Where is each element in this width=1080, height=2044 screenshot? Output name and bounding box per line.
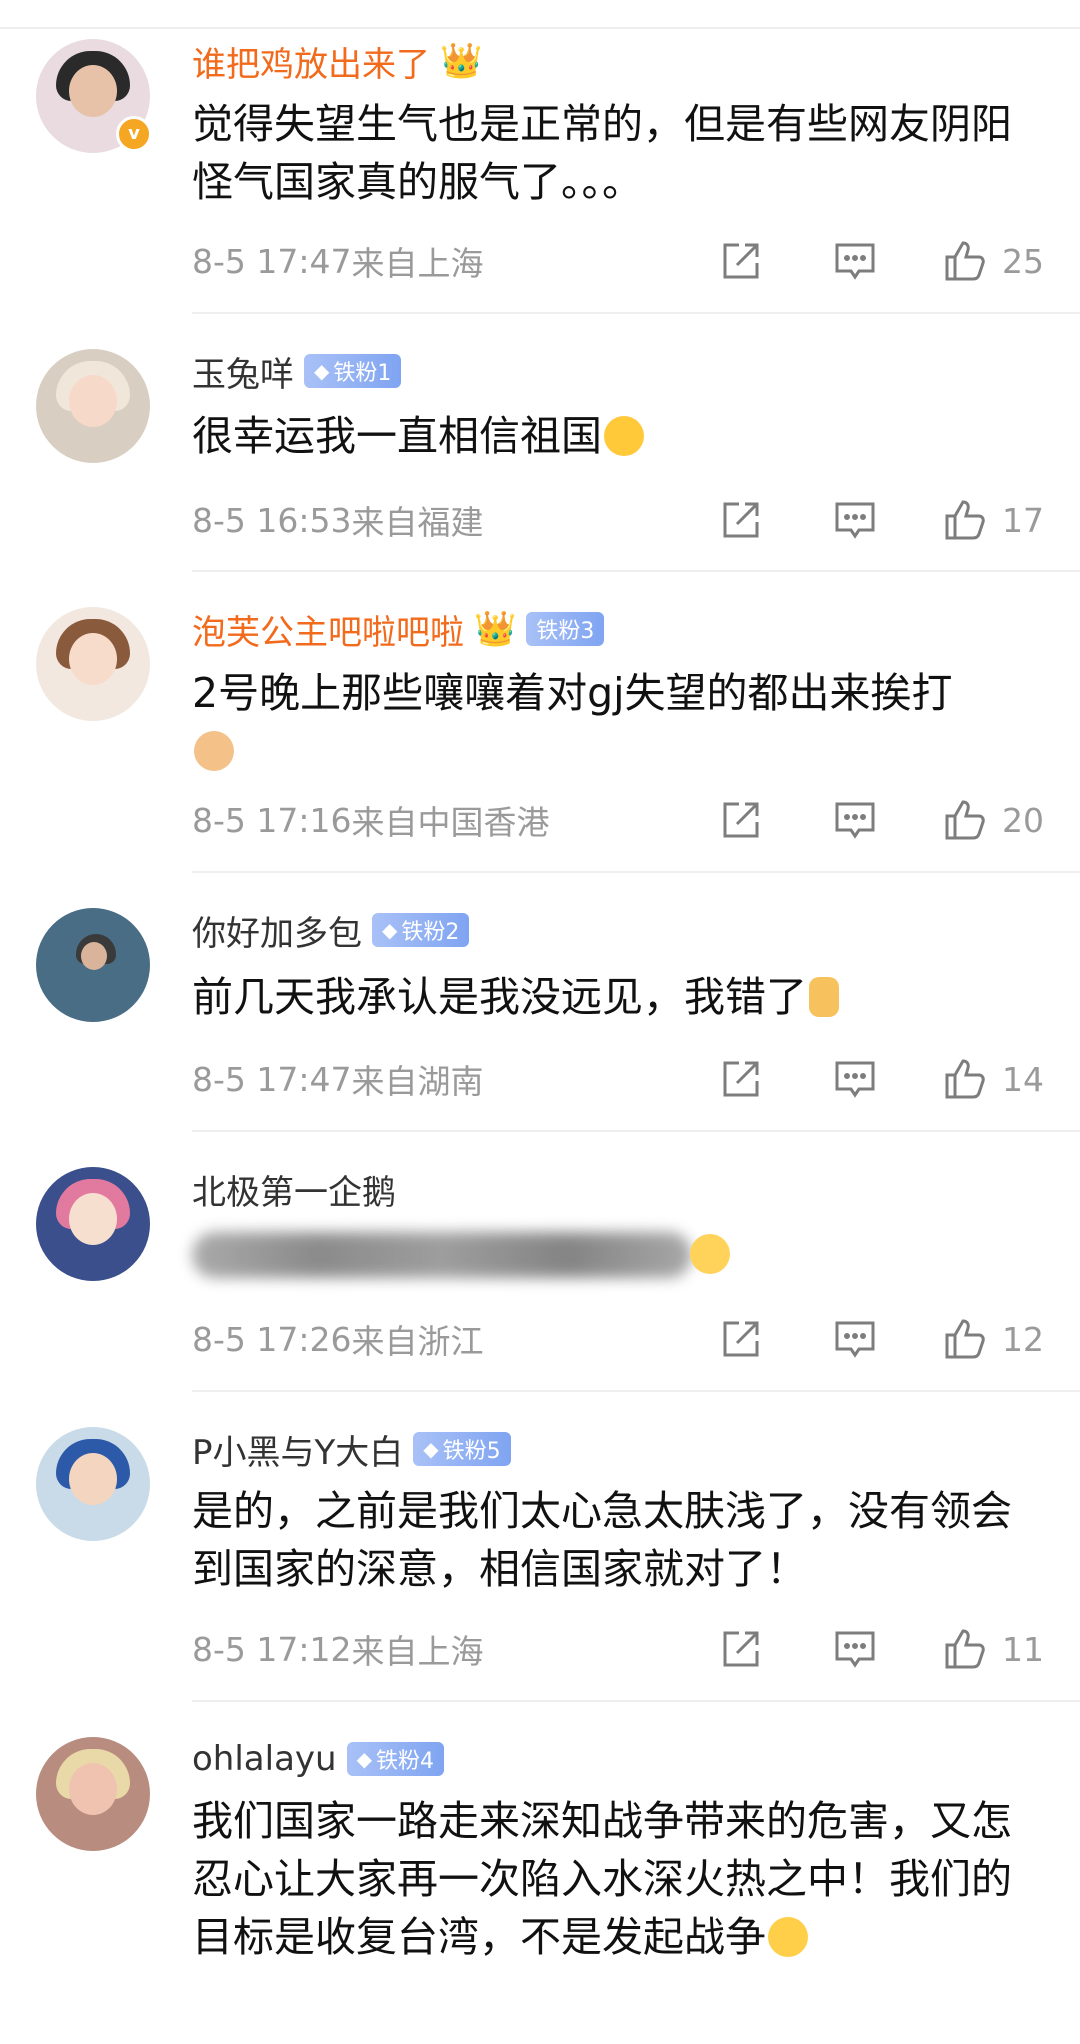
share-icon[interactable] [718,238,764,284]
blurred-comment-text [192,1232,692,1278]
comment-divider [192,570,1080,572]
comment-divider [192,1700,1080,1702]
username[interactable]: 北极第一企鹅 [192,1165,396,1214]
laughing-emoji-icon [604,416,644,456]
location: 来自上海 [351,1632,484,1671]
share-icon[interactable] [718,497,764,543]
thumbs-up-icon[interactable] [942,1316,988,1362]
like-count: 25 [1002,241,1044,281]
timestamp: 8-5 17:47 [192,1059,352,1099]
fan-badge: ◆ 铁粉2 [372,913,470,947]
like-count: 20 [1002,800,1044,840]
verified-badge-icon: v [116,116,152,152]
comment-icon[interactable] [832,238,878,284]
comment-text: 很幸运我一直相信祖国 [192,407,1042,465]
comment-divider [192,312,1080,314]
diamond-icon: ◆ [356,1747,372,1771]
comment-icon[interactable] [832,1316,878,1362]
crown-icon: 👑 [440,41,483,81]
comment-text: 2号晚上那些嚷嚷着对gj失望的都出来挨打 [192,664,1042,780]
username[interactable]: 你好加多包 [192,906,362,955]
username[interactable]: 谁把鸡放出来了 [192,37,430,86]
username[interactable]: P小黑与Y大白 [192,1425,403,1474]
avatar[interactable] [36,1427,150,1541]
comment-text: 前几天我承认是我没远见，我错了 [192,968,1042,1026]
thumbs-up-icon[interactable] [942,797,988,843]
like-count: 17 [1002,500,1044,540]
comment-divider [192,871,1080,873]
top-divider [0,27,1080,29]
timestamp: 8-5 17:16 [192,800,352,840]
location: 来自湖南 [351,1062,484,1101]
avatar[interactable] [36,1167,150,1281]
diamond-icon: ◆ [423,1437,439,1461]
location: 来自浙江 [351,1322,484,1361]
fan-badge: 铁粉3 [526,612,605,646]
avatar[interactable] [36,1737,150,1851]
thumbs-up-icon[interactable] [942,1626,988,1672]
location: 来自上海 [351,244,484,283]
avatar[interactable] [36,908,150,1022]
crown-icon: 👑 [474,609,517,649]
diamond-icon: ◆ [314,359,330,383]
comment-text: 我们国家一路走来深知战争带来的危害，又怎忍心让大家再一次陷入水深火热之中！我们的… [192,1797,1012,1961]
avatar[interactable] [36,607,150,721]
comment-text: 觉得失望生气也是正常的，但是有些网友阴阳怪气国家真的服气了。。。 [192,100,1012,206]
timestamp: 8-5 17:26 [192,1319,352,1359]
avatar[interactable] [36,349,150,463]
share-icon[interactable] [718,1316,764,1362]
share-icon[interactable] [718,1626,764,1672]
share-icon[interactable] [718,797,764,843]
comment-divider [192,1130,1080,1132]
comment-icon[interactable] [832,497,878,543]
timestamp: 8-5 17:12 [192,1629,352,1669]
timestamp: 8-5 16:53 [192,500,352,540]
thumbs-up-emoji-icon [809,977,839,1017]
fan-badge: ◆ 铁粉5 [413,1432,511,1466]
username[interactable]: ohlalayu [192,1739,337,1779]
fan-badge: ◆ 铁粉1 [304,354,402,388]
like-count: 11 [1002,1629,1044,1669]
share-icon[interactable] [718,1056,764,1102]
username[interactable]: 泡芙公主吧啦吧啦 [192,605,464,654]
diamond-icon: ◆ [382,918,398,942]
comment-text: 是的，之前是我们太心急太肤浅了，没有领会到国家的深意，相信国家就对了！ [192,1487,1012,1593]
like-count: 12 [1002,1319,1044,1359]
location: 来自福建 [351,503,484,542]
like-count: 14 [1002,1059,1044,1099]
timestamp: 8-5 17:47 [192,241,352,281]
comment-divider [192,1390,1080,1392]
thumbs-up-icon[interactable] [942,497,988,543]
name-row: 谁把鸡放出来了 👑 [192,36,482,86]
username[interactable]: 玉兔咩 [192,347,294,396]
comment-icon[interactable] [832,1056,878,1102]
grin-emoji-icon [690,1234,730,1274]
thumbs-up-icon[interactable] [942,1056,988,1102]
location: 来自中国香港 [351,803,550,842]
thumbs-up-icon[interactable] [942,238,988,284]
comment-icon[interactable] [832,797,878,843]
crying-laughing-emoji-icon [768,1917,808,1957]
cat-emoji-icon [194,731,234,771]
fan-badge: ◆ 铁粉4 [346,1742,444,1776]
comment-icon[interactable] [832,1626,878,1672]
